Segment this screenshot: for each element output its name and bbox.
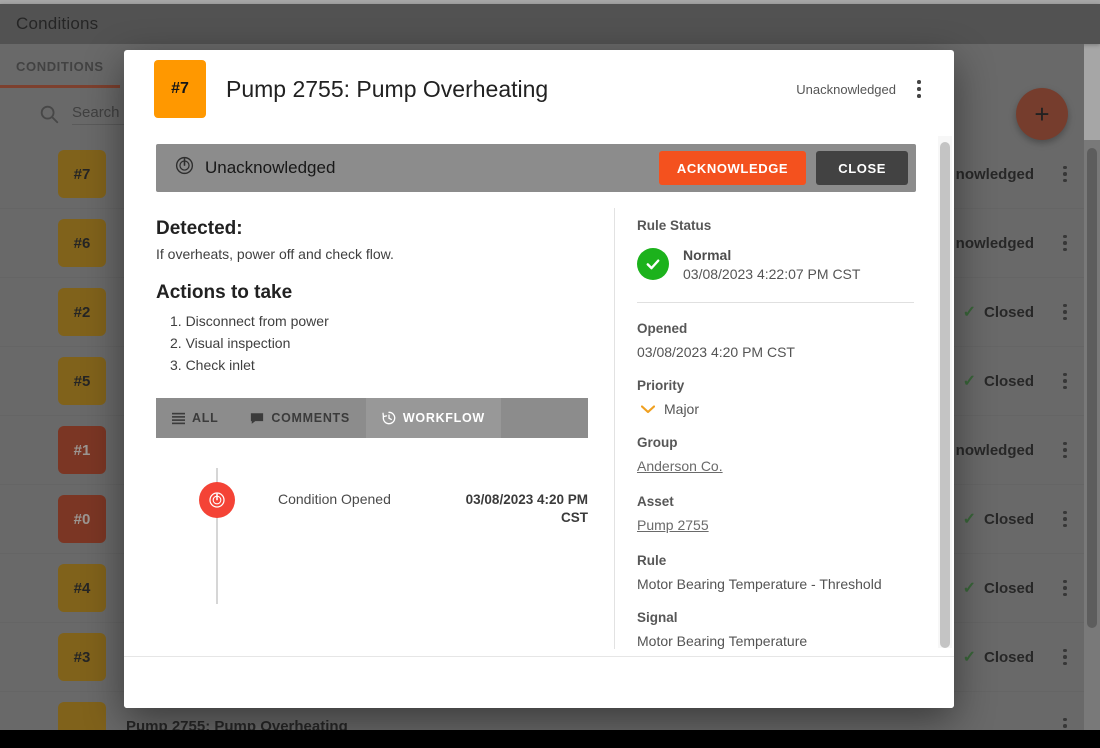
dialog-content: Detected: If overheats, power off and ch… bbox=[124, 204, 938, 649]
history-icon bbox=[382, 411, 396, 425]
screen-bottom-edge bbox=[0, 730, 1100, 748]
timeline-event-time: 03/08/2023 4:20 PM CST bbox=[465, 492, 588, 526]
list-item: 3. Check inlet bbox=[170, 357, 255, 373]
acknowledge-button[interactable]: ACKNOWLEDGE bbox=[658, 151, 807, 185]
comment-icon bbox=[250, 412, 264, 425]
list-icon bbox=[172, 412, 185, 425]
check-circle-icon bbox=[637, 248, 669, 280]
field-label-asset: Asset bbox=[637, 494, 674, 509]
divider bbox=[637, 302, 914, 303]
tab-all[interactable]: ALL bbox=[156, 398, 234, 438]
workflow-timeline: Condition Opened 03/08/2023 4:20 PM CST bbox=[156, 438, 588, 618]
condition-detail-dialog: #7 Pump 2755: Pump Overheating Unacknowl… bbox=[124, 50, 954, 708]
field-value-rule: Motor Bearing Temperature - Threshold bbox=[637, 576, 882, 592]
field-label-group: Group bbox=[637, 435, 678, 450]
field-value-priority: Major bbox=[637, 401, 914, 417]
page-title: Pump 2755: Pump Overheating bbox=[226, 75, 549, 102]
tab-all-label: ALL bbox=[192, 411, 219, 425]
list-item: Condition Opened 03/08/2023 4:20 PM CST bbox=[156, 482, 588, 527]
timeline-event-label: Condition Opened bbox=[278, 491, 391, 507]
rule-status-timestamp: 03/08/2023 4:22:07 PM CST bbox=[683, 266, 861, 282]
rule-status-row: Normal 03/08/2023 4:22:07 PM CST bbox=[637, 247, 914, 282]
field-link-group[interactable]: Anderson Co. bbox=[637, 458, 723, 474]
actions-heading: Actions to take bbox=[156, 282, 293, 303]
close-button[interactable]: CLOSE bbox=[816, 151, 908, 185]
priority-label: Major bbox=[664, 401, 700, 417]
dialog-body: Unacknowledged ACKNOWLEDGE CLOSE Detecte… bbox=[124, 128, 954, 656]
field-label-signal: Signal bbox=[637, 610, 678, 625]
dialog-main-column: Detected: If overheats, power off and ch… bbox=[124, 204, 614, 649]
field-link-asset[interactable]: Pump 2755 bbox=[637, 517, 709, 533]
power-icon bbox=[174, 155, 195, 181]
rule-status-heading: Rule Status bbox=[637, 218, 712, 233]
detected-heading: Detected: bbox=[156, 218, 243, 239]
field-value-signal: Motor Bearing Temperature bbox=[637, 633, 808, 649]
list-item: 1. Disconnect from power bbox=[170, 313, 329, 329]
dialog-scrollbar[interactable] bbox=[938, 136, 952, 648]
app-root: Conditions CONDITIONS C + #7 nowledged #… bbox=[0, 0, 1100, 748]
power-icon bbox=[199, 482, 235, 518]
dialog-footer bbox=[124, 656, 954, 708]
tab-comments[interactable]: COMMENTS bbox=[234, 398, 366, 438]
dialog-scroll-area: Unacknowledged ACKNOWLEDGE CLOSE Detecte… bbox=[124, 128, 938, 656]
tab-workflow-label: WORKFLOW bbox=[402, 411, 485, 425]
header-status-label: Unacknowledged bbox=[796, 81, 896, 97]
detected-text: If overheats, power off and check flow. bbox=[156, 246, 394, 262]
field-label-opened: Opened bbox=[637, 321, 688, 336]
field-label-rule: Rule bbox=[637, 553, 667, 568]
dialog-side-column: Rule Status Normal 03/08/2023 4:22:07 PM… bbox=[615, 204, 938, 649]
field-label-priority: Priority bbox=[637, 378, 685, 393]
actions-list: 1. Disconnect from power 2. Visual inspe… bbox=[156, 310, 588, 376]
dialog-header: #7 Pump 2755: Pump Overheating Unacknowl… bbox=[124, 50, 954, 128]
tab-comments-label: COMMENTS bbox=[271, 411, 350, 425]
field-value-opened: 03/08/2023 4:20 PM CST bbox=[637, 344, 795, 360]
dialog-menu-icon[interactable] bbox=[906, 74, 932, 104]
condition-number-badge: #7 bbox=[154, 60, 206, 118]
dialog-scrollbar-thumb[interactable] bbox=[940, 142, 950, 648]
tab-workflow[interactable]: WORKFLOW bbox=[365, 398, 501, 438]
banner-status-label: Unacknowledged bbox=[205, 158, 336, 177]
list-item: 2. Visual inspection bbox=[170, 335, 291, 351]
activity-tab-bar: ALL COMMENTS WORKFLOW bbox=[156, 398, 588, 438]
chevron-down-icon bbox=[640, 401, 656, 417]
rule-status-state: Normal bbox=[683, 247, 732, 263]
status-action-banner: Unacknowledged ACKNOWLEDGE CLOSE bbox=[156, 144, 916, 192]
